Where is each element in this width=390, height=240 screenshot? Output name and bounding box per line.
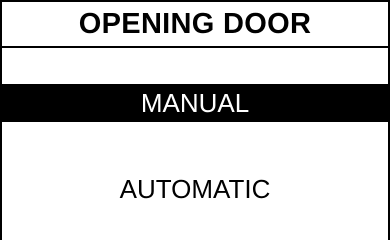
menu-item-manual[interactable]: MANUAL	[2, 84, 388, 122]
screen-title: OPENING DOOR	[2, 2, 388, 48]
opening-door-screen: OPENING DOOR MANUAL AUTOMATIC	[0, 0, 390, 240]
menu-item-automatic[interactable]: AUTOMATIC	[2, 170, 388, 208]
